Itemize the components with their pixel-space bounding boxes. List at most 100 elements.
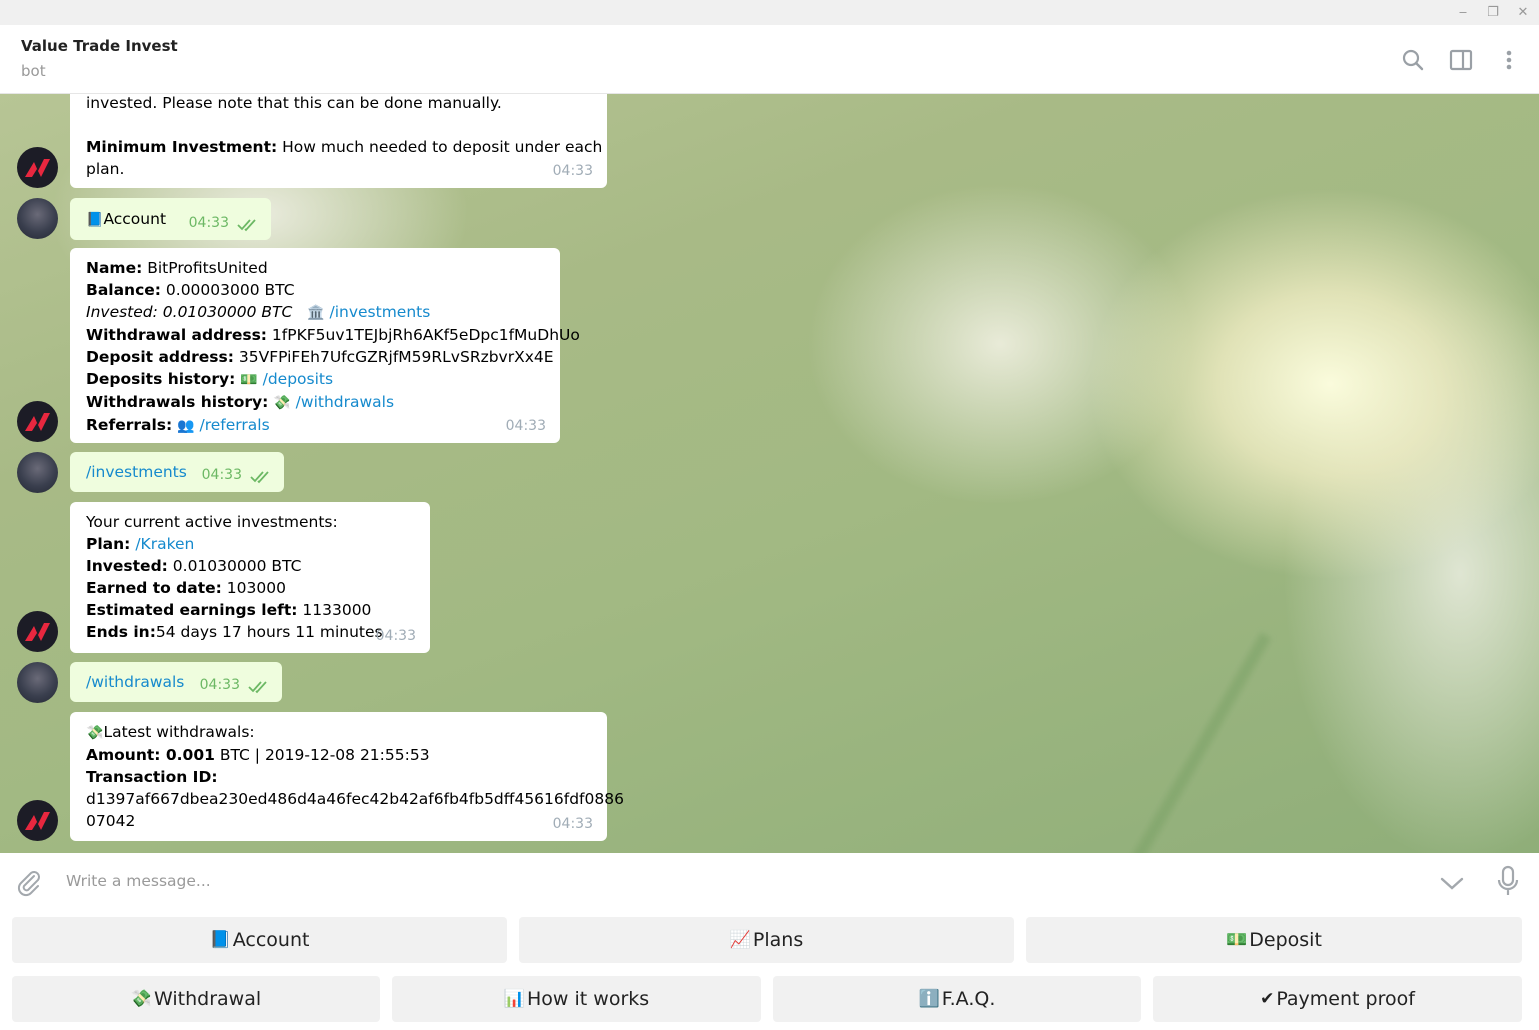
button-label: Withdrawal	[154, 988, 262, 1010]
info-icon: ℹ️	[918, 989, 940, 1009]
message-bubble-bot[interactable]: Your current active investments: Plan: /…	[70, 502, 430, 653]
chat-status: bot	[21, 62, 46, 80]
book-icon: 📘	[86, 212, 104, 228]
message-time: 04:33	[201, 467, 242, 483]
user-avatar[interactable]	[17, 662, 58, 703]
account-button[interactable]: 📘 Account	[12, 917, 507, 963]
minimize-button[interactable]: ‒	[1452, 3, 1474, 23]
amount-details: BTC | 2019-12-08 21:55:53	[214, 746, 430, 764]
message-text: invested. Please note that this can be d…	[86, 94, 502, 112]
bot-avatar[interactable]	[17, 611, 58, 652]
message-time: 04:33	[505, 418, 546, 434]
withdrawals-history-label: Withdrawals history:	[86, 393, 269, 411]
deposits-link[interactable]: /deposits	[263, 370, 333, 388]
message-title: Latest withdrawals:	[103, 723, 255, 741]
maximize-button[interactable]: ❐	[1482, 3, 1504, 23]
bot-avatar[interactable]	[17, 147, 58, 188]
invested-value: 0.01030000 BTC	[167, 557, 302, 575]
txid-label: Transaction ID:	[86, 768, 218, 786]
message-time: 04:33	[552, 816, 593, 832]
chart-up-icon: 📈	[729, 930, 751, 950]
double-check-icon	[250, 471, 269, 484]
message-composer	[0, 853, 1539, 909]
double-check-icon	[248, 681, 267, 694]
earnings-left-value: 1133000	[297, 601, 372, 619]
min-investment-label: Minimum Investment:	[86, 138, 278, 156]
withdrawal-address-value: 1fPKF5uv1TEJbjRh6AKf5eDpc1fMuDhUo	[267, 326, 580, 344]
message-input[interactable]	[66, 867, 1406, 895]
background-decoration	[1100, 632, 1272, 853]
min-investment-text: How much needed to deposit under each	[277, 138, 603, 156]
search-icon[interactable]	[1398, 45, 1428, 75]
plan-link[interactable]: /Kraken	[135, 535, 194, 553]
paperclip-icon[interactable]	[14, 867, 44, 897]
message-bubble-user[interactable]: /withdrawals 04:33	[70, 662, 282, 702]
chat-header: Value Trade Invest bot	[0, 25, 1539, 94]
deposit-button[interactable]: 💵 Deposit	[1026, 917, 1522, 963]
message-time: 04:33	[552, 163, 593, 179]
txid-value: d1397af667dbea230ed486d4a46fec42b42af6fb…	[86, 790, 624, 808]
payment-proof-button[interactable]: ✔ Payment proof	[1153, 976, 1522, 1022]
check-icon: ✔	[1260, 989, 1275, 1009]
money-icon: 💵	[1226, 930, 1248, 950]
balance-label: Balance:	[86, 281, 161, 299]
bot-avatar[interactable]	[17, 401, 58, 442]
plans-button[interactable]: 📈 Plans	[519, 917, 1014, 963]
account-name: BitProfitsUnited	[142, 259, 268, 277]
message-text[interactable]: /investments	[86, 463, 187, 481]
bot-keyboard: 📘 Account 📈 Plans 💵 Deposit 💸 Withdrawal 📊 Ho…	[0, 909, 1539, 1030]
message-bubble-user[interactable]: 📘Account 04:33	[70, 198, 271, 240]
earned-value: 103000	[221, 579, 286, 597]
button-label: Deposit	[1249, 929, 1322, 951]
chat-history[interactable]: invested. Please note that this can be d…	[0, 94, 1539, 853]
name-label: Name:	[86, 259, 143, 277]
book-icon: 📘	[209, 930, 231, 950]
message-time: 04:33	[199, 677, 240, 693]
message-text: Your current active investments:	[86, 513, 338, 531]
button-label: Account	[232, 929, 310, 951]
amount-value: 0.001	[160, 746, 215, 764]
earned-label: Earned to date:	[86, 579, 222, 597]
message-bubble-bot[interactable]: Name: BitProfitsUnited Balance: 0.000030…	[70, 248, 580, 443]
min-investment-text-2: plan.	[86, 160, 125, 178]
referrals-label: Referrals:	[86, 416, 173, 434]
referrals-link[interactable]: /referrals	[200, 416, 270, 434]
chevron-down-icon[interactable]	[1438, 869, 1466, 897]
message-bubble-bot[interactable]: 💸Latest withdrawals: Amount: 0.001 BTC |…	[70, 712, 624, 841]
button-label: Payment proof	[1276, 988, 1415, 1010]
money-wings-icon: 💸	[273, 395, 291, 411]
button-label: F.A.Q.	[941, 988, 996, 1010]
ends-in-label: Ends in:	[86, 623, 156, 641]
message-bubble-bot[interactable]: invested. Please note that this can be d…	[70, 94, 607, 188]
withdrawal-address-label: Withdrawal address:	[86, 326, 267, 344]
user-avatar[interactable]	[17, 452, 58, 493]
more-vertical-icon[interactable]	[1494, 45, 1524, 75]
user-avatar[interactable]	[17, 198, 58, 239]
button-label: How it works	[527, 988, 650, 1010]
microphone-icon[interactable]	[1494, 865, 1522, 897]
withdrawals-link[interactable]: /withdrawals	[296, 393, 394, 411]
message-time: 04:33	[188, 215, 229, 231]
button-label: Plans	[752, 929, 804, 951]
double-check-icon	[237, 219, 256, 232]
message-text[interactable]: /withdrawals	[86, 673, 184, 691]
chat-title[interactable]: Value Trade Invest	[21, 37, 178, 55]
balance-value: 0.00003000 BTC	[160, 281, 295, 299]
people-icon: 👥	[177, 418, 195, 434]
money-icon: 💵	[240, 372, 258, 388]
earnings-left-label: Estimated earnings left:	[86, 601, 298, 619]
message-text: Account	[103, 210, 167, 228]
message-time: 04:33	[375, 628, 416, 644]
deposit-address-value: 35VFPiFEh7UfcGZRjfM59RLvSRzbvrXx4E	[233, 348, 554, 366]
investments-link[interactable]: /investments	[329, 303, 430, 321]
amount-label: Amount:	[86, 746, 161, 764]
faq-button[interactable]: ℹ️ F.A.Q.	[773, 976, 1141, 1022]
withdrawal-button[interactable]: 💸 Withdrawal	[12, 976, 380, 1022]
how-it-works-button[interactable]: 📊 How it works	[392, 976, 761, 1022]
txid-value-2: 07042	[86, 812, 136, 830]
sidebar-toggle-icon[interactable]	[1446, 45, 1476, 75]
message-bubble-user[interactable]: /investments 04:33	[70, 452, 284, 492]
close-button[interactable]: ✕	[1512, 3, 1534, 23]
money-wings-icon: 💸	[86, 725, 104, 741]
bot-avatar[interactable]	[17, 800, 58, 841]
